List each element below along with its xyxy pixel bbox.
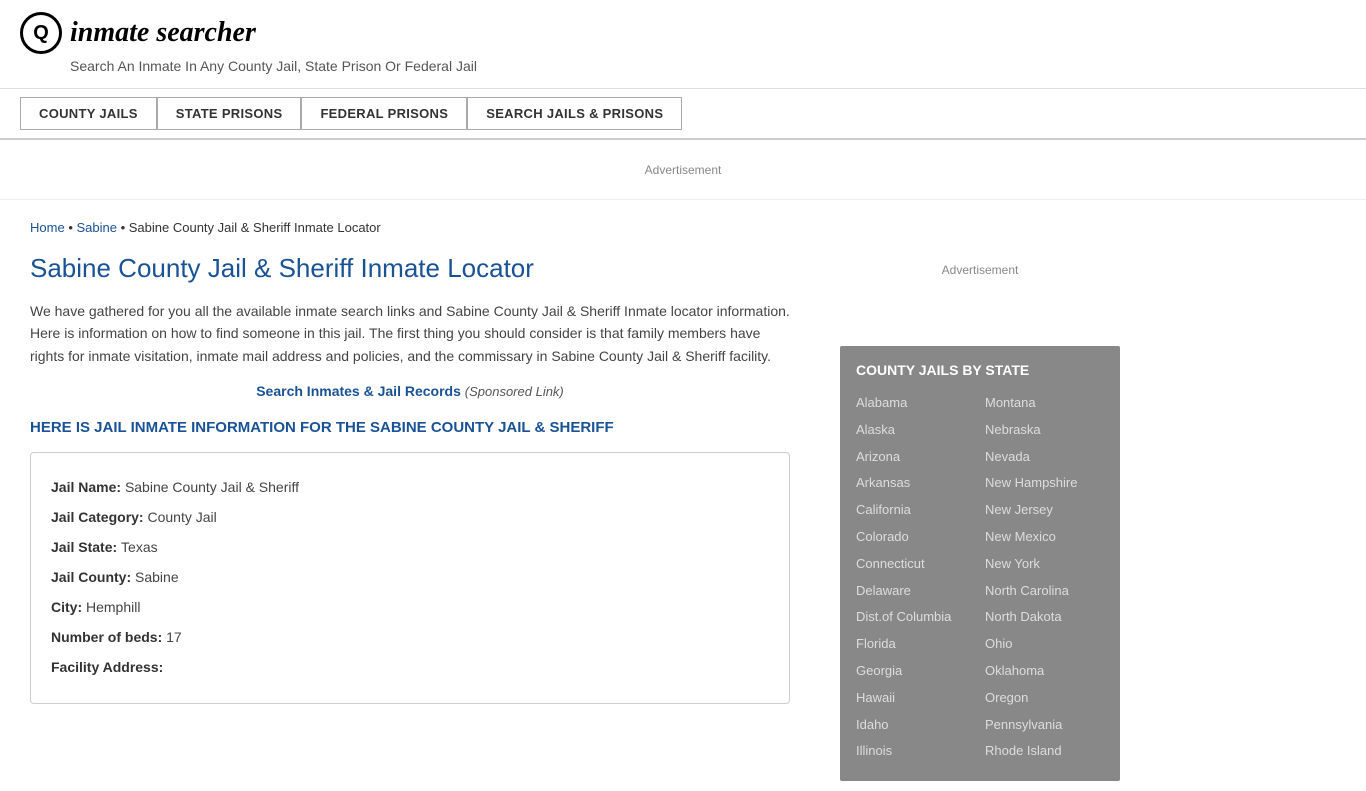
states-col1: AlabamaAlaskaArizonaArkansasCaliforniaCo… [856,390,975,765]
jail-category-field: Jail Category: County Jail [51,503,769,531]
nav-state-prisons[interactable]: STATE PRISONS [157,97,302,130]
state-link[interactable]: Idaho [856,712,975,739]
state-link[interactable]: Illinois [856,738,975,765]
jail-category-label: Jail Category: [51,509,147,525]
jail-beds-field: Number of beds: 17 [51,623,769,651]
jail-state-field: Jail State: Texas [51,533,769,561]
state-link[interactable]: Colorado [856,524,975,551]
state-link[interactable]: Hawaii [856,685,975,712]
jail-beds-value: 17 [166,629,182,645]
jail-county-label: Jail County: [51,569,135,585]
jail-county-value: Sabine [135,569,179,585]
logo-icon: Q [20,12,62,54]
sponsored-link[interactable]: Search Inmates & Jail Records [256,383,461,399]
logo-area: Q inmate searcher [20,12,1346,54]
state-link[interactable]: New Mexico [985,524,1104,551]
jail-address-field: Facility Address: [51,653,769,681]
jail-city-label: City: [51,599,86,615]
sidebar-ad: Advertisement [840,210,1120,330]
state-link[interactable]: Oklahoma [985,658,1104,685]
info-box: Jail Name: Sabine County Jail & Sheriff … [30,452,790,704]
jail-info-header: HERE IS JAIL INMATE INFORMATION FOR THE … [30,419,790,436]
sidebar: Advertisement COUNTY JAILS BY STATE Alab… [820,200,1140,791]
state-link[interactable]: North Carolina [985,578,1104,605]
state-link[interactable]: Nebraska [985,417,1104,444]
jail-name-value: Sabine County Jail & Sheriff [125,479,299,495]
state-link[interactable]: Delaware [856,578,975,605]
jail-address-label: Facility Address: [51,659,163,675]
state-link[interactable]: New York [985,551,1104,578]
main-nav: COUNTY JAILS STATE PRISONS FEDERAL PRISO… [0,89,1366,140]
site-header: Q inmate searcher Search An Inmate In An… [0,0,1366,89]
state-link[interactable]: Nevada [985,444,1104,471]
jail-name-field: Jail Name: Sabine County Jail & Sheriff [51,473,769,501]
state-link[interactable]: Rhode Island [985,738,1104,765]
jail-city-field: City: Hemphill [51,593,769,621]
jail-state-label: Jail State: [51,539,121,555]
jail-beds-label: Number of beds: [51,629,166,645]
sponsored-text: (Sponsored Link) [465,384,564,399]
state-link[interactable]: Dist.of Columbia [856,604,975,631]
breadcrumb-sabine[interactable]: Sabine [76,220,116,235]
state-link[interactable]: Georgia [856,658,975,685]
breadcrumb: Home • Sabine • Sabine County Jail & She… [30,220,790,235]
state-link[interactable]: Arizona [856,444,975,471]
county-jails-box: COUNTY JAILS BY STATE AlabamaAlaskaArizo… [840,346,1120,781]
state-link[interactable]: Pennsylvania [985,712,1104,739]
jail-county-field: Jail County: Sabine [51,563,769,591]
jail-state-value: Texas [121,539,158,555]
state-link[interactable]: Connecticut [856,551,975,578]
sponsored-link-area: Search Inmates & Jail Records (Sponsored… [30,383,790,399]
jail-category-value: County Jail [147,509,216,525]
state-link[interactable]: New Hampshire [985,470,1104,497]
jail-city-value: Hemphill [86,599,140,615]
state-link[interactable]: Alabama [856,390,975,417]
state-link[interactable]: Montana [985,390,1104,417]
state-link[interactable]: Arkansas [856,470,975,497]
state-link[interactable]: North Dakota [985,604,1104,631]
nav-federal-prisons[interactable]: FEDERAL PRISONS [301,97,467,130]
breadcrumb-current: Sabine County Jail & Sheriff Inmate Loca… [129,220,381,235]
nav-county-jails[interactable]: COUNTY JAILS [20,97,157,130]
county-jails-title: COUNTY JAILS BY STATE [856,362,1104,378]
page-description: We have gathered for you all the availab… [30,300,790,367]
state-link[interactable]: Florida [856,631,975,658]
content-area: Home • Sabine • Sabine County Jail & She… [0,200,820,791]
state-link[interactable]: Alaska [856,417,975,444]
tagline: Search An Inmate In Any County Jail, Sta… [70,58,1346,74]
nav-search-jails-prisons[interactable]: SEARCH JAILS & PRISONS [467,97,682,130]
state-link[interactable]: Ohio [985,631,1104,658]
states-col2: MontanaNebraskaNevadaNew HampshireNew Je… [985,390,1104,765]
jail-name-label: Jail Name: [51,479,125,495]
state-link[interactable]: New Jersey [985,497,1104,524]
main-area: Home • Sabine • Sabine County Jail & She… [0,200,1366,791]
states-grid: AlabamaAlaskaArizonaArkansasCaliforniaCo… [856,390,1104,765]
ad-banner: Advertisement [0,140,1366,200]
state-link[interactable]: California [856,497,975,524]
page-title: Sabine County Jail & Sheriff Inmate Loca… [30,253,790,284]
state-link[interactable]: Oregon [985,685,1104,712]
breadcrumb-home[interactable]: Home [30,220,65,235]
site-title: inmate searcher [70,17,256,49]
